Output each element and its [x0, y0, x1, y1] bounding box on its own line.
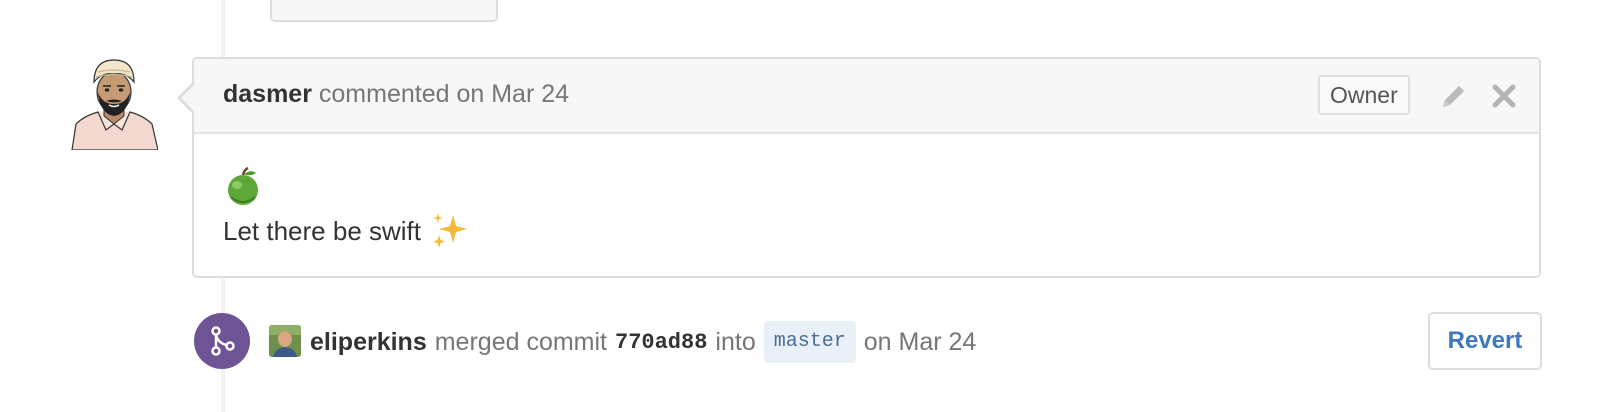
comment-author-avatar[interactable] [70, 58, 159, 151]
merge-event-text: eliperkins merged commit 770ad88 into ma… [310, 321, 977, 363]
revert-button[interactable]: Revert [1428, 312, 1542, 370]
comment-box: dasmer commented on Mar 24 Owner Let the… [177, 57, 1541, 278]
comment-body: Let there be swift [223, 167, 1519, 248]
sparkles-icon [433, 213, 467, 248]
comment-action-text[interactable]: commented on Mar 24 [319, 80, 569, 108]
merge-date-text[interactable]: on Mar 24 [864, 328, 977, 357]
merge-author-avatar[interactable] [269, 325, 301, 357]
merge-action-text: merged commit [434, 327, 607, 356]
close-icon[interactable] [1491, 83, 1517, 109]
comment-body-line: Let there be swift [223, 211, 469, 251]
green-apple-icon [228, 167, 258, 205]
comment-body-text: Let there be swift [223, 215, 421, 246]
git-merge-icon [194, 313, 250, 369]
comment-arrow-inner [181, 85, 194, 111]
owner-badge: Owner [1318, 75, 1410, 115]
comment-author[interactable]: dasmer [223, 80, 312, 108]
comment-header: dasmer commented on Mar 24 Owner [194, 59, 1539, 134]
commit-sha-link[interactable]: 770ad88 [615, 330, 707, 355]
previous-item-stub [270, 0, 498, 22]
branch-name[interactable]: master [763, 321, 856, 363]
pencil-icon[interactable] [1437, 81, 1469, 113]
merge-author[interactable]: eliperkins [310, 328, 427, 357]
merge-into-text: into [715, 327, 756, 356]
pull-request-timeline: dasmer commented on Mar 24 Owner Let the… [0, 0, 1616, 412]
comment-header-text: dasmer commented on Mar 24 [223, 80, 569, 109]
